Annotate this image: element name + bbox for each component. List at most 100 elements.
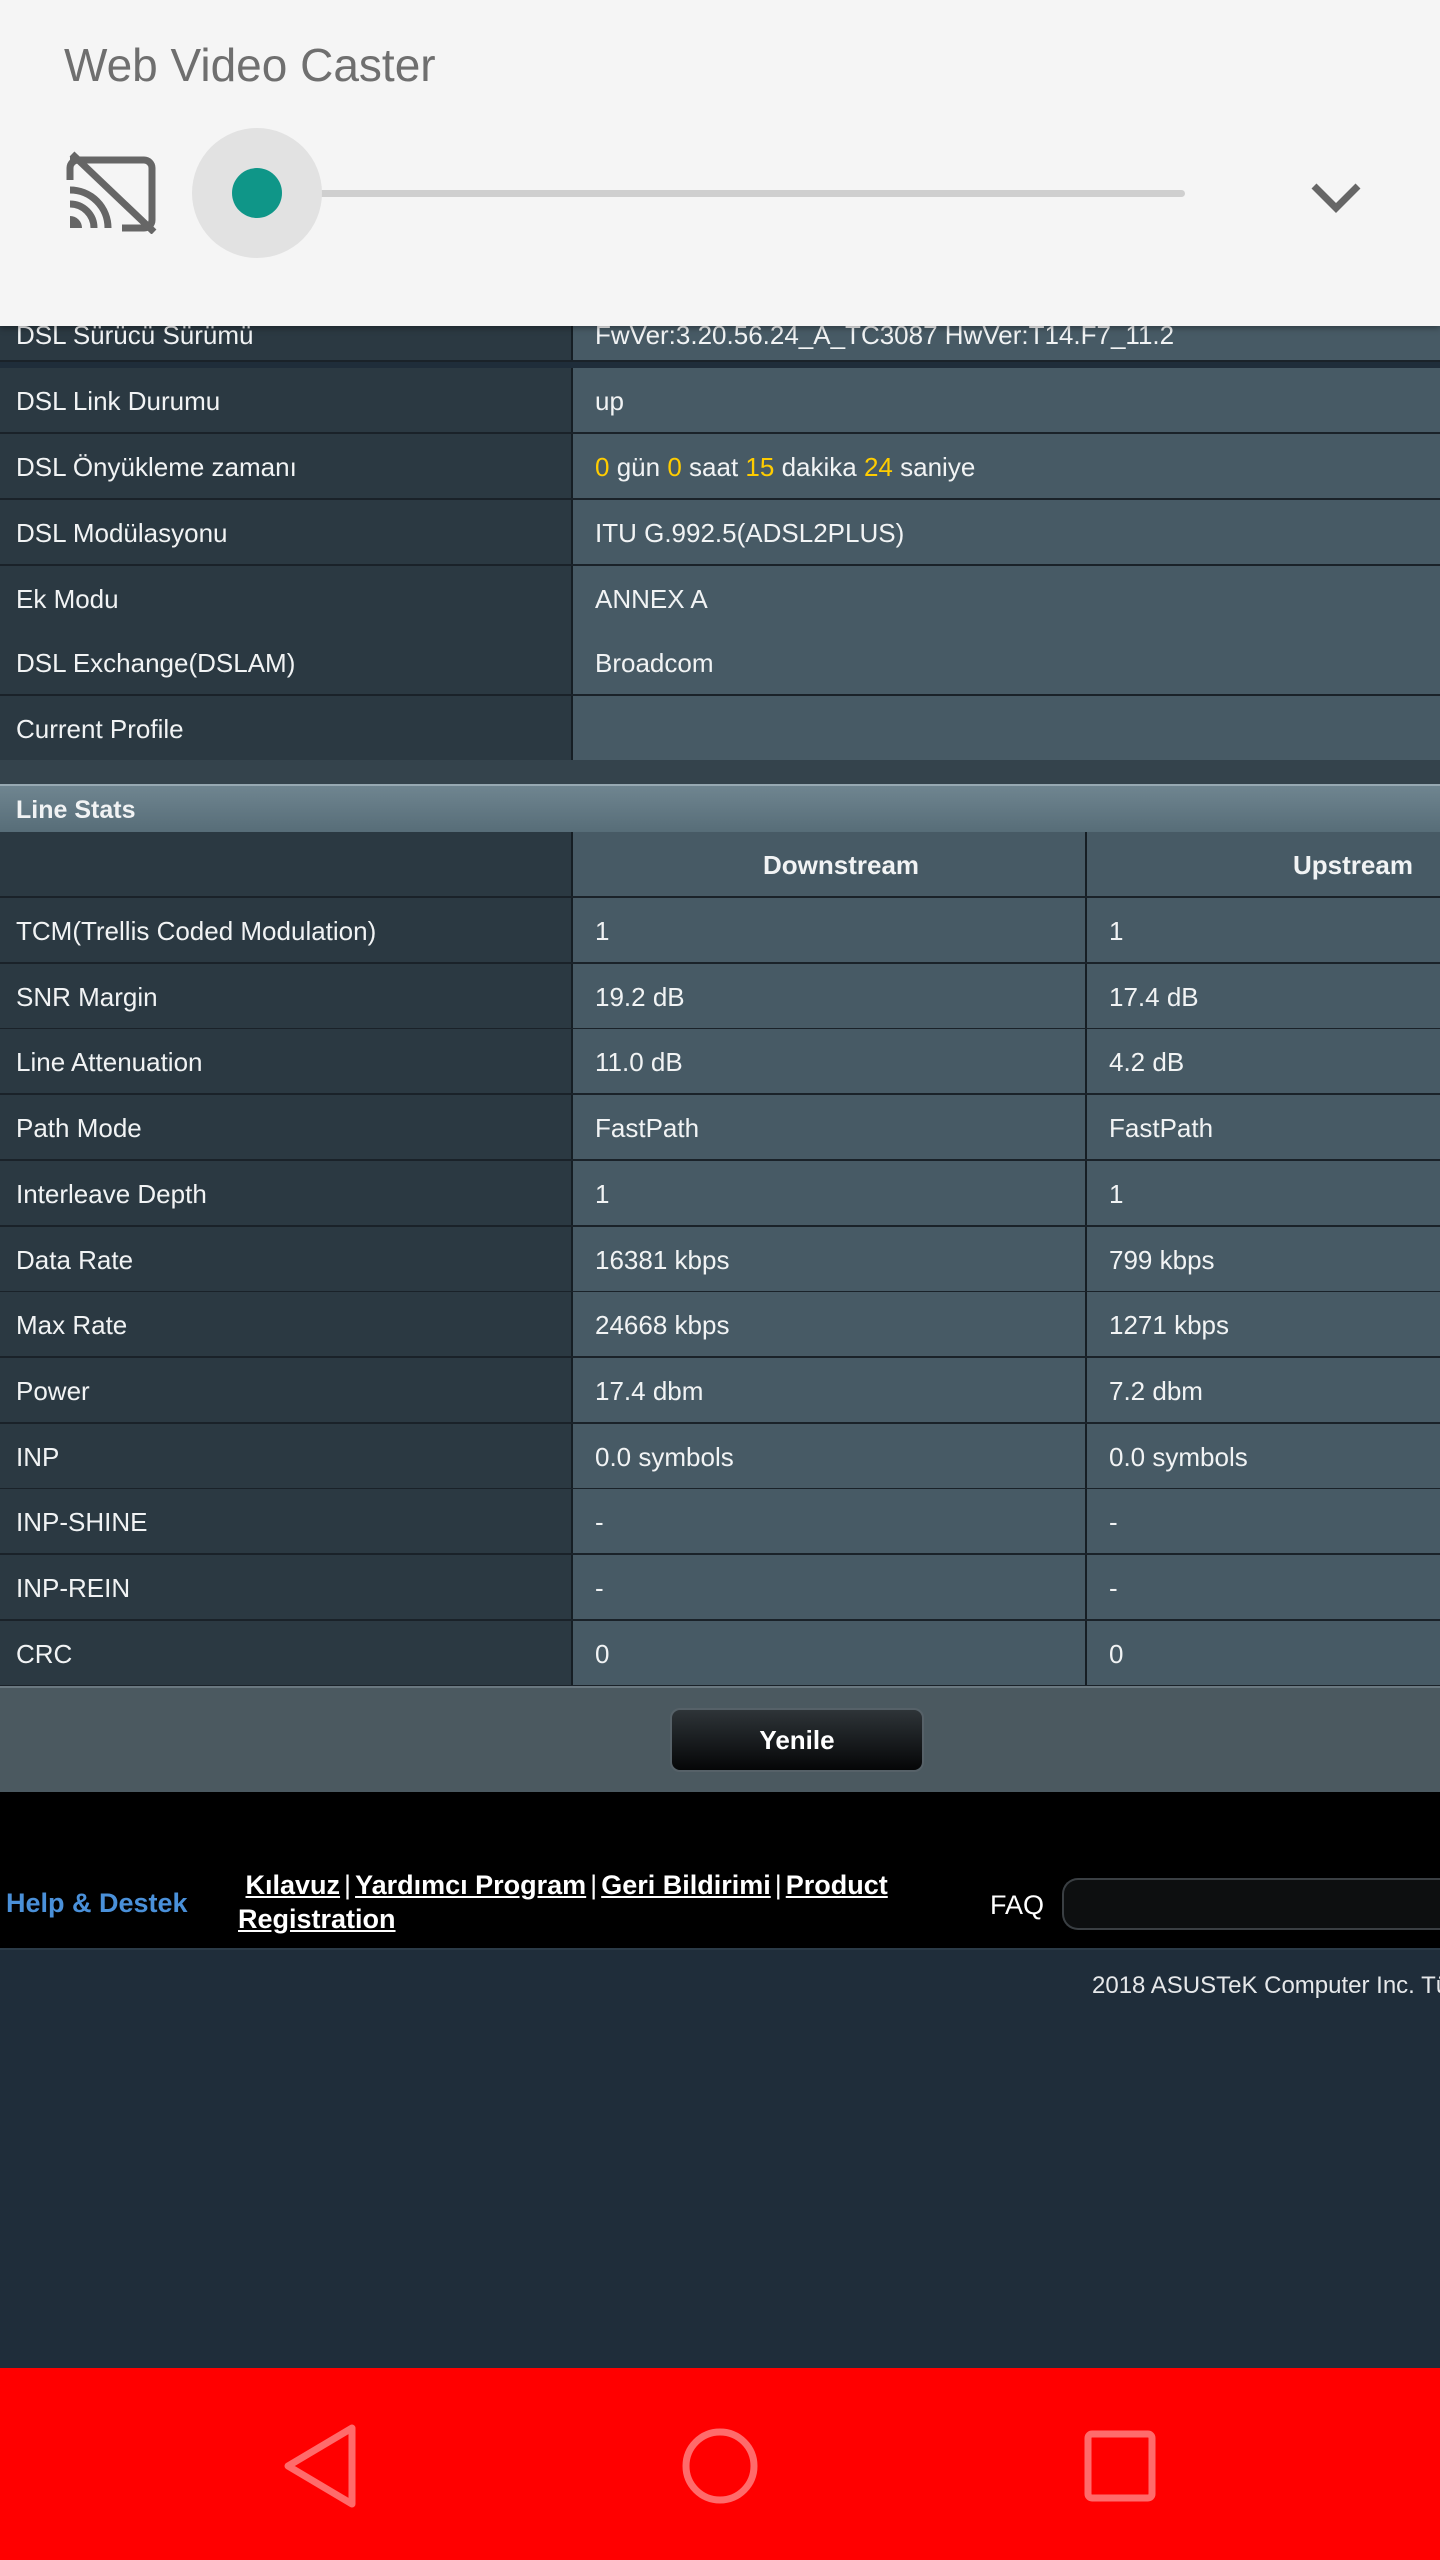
info-row-dslam: DSL Exchange(DSLAM) Broadcom	[0, 630, 1440, 696]
info-label: Ek Modu	[16, 584, 119, 614]
line-stats-row: Power 17.4 dbm 7.2 dbm	[0, 1358, 1440, 1424]
line-stats-row: SNR Margin 19.2 dB 17.4 dB	[0, 964, 1440, 1030]
link-utility[interactable]: Yardımcı Program	[355, 1870, 586, 1900]
stat-upstream-value: 0.0 symbols	[1109, 1442, 1248, 1472]
info-row-annex-mode: Ek Modu ANNEX A	[0, 566, 1440, 632]
link-manual[interactable]: Kılavuz	[246, 1870, 341, 1900]
stat-upstream-value: -	[1109, 1507, 1118, 1537]
uptime-seconds-label: saniye	[900, 452, 976, 482]
stat-label: Path Mode	[16, 1113, 142, 1143]
button-area: Yenile	[0, 1686, 1440, 1794]
stat-label: TCM(Trellis Coded Modulation)	[16, 916, 377, 946]
stat-label: INP	[16, 1442, 60, 1472]
chevron-down-icon[interactable]	[1306, 176, 1366, 216]
line-stats-row: Path Mode FastPath FastPath	[0, 1095, 1440, 1161]
info-value: up	[595, 386, 624, 416]
uptime-hours: 0	[667, 452, 682, 482]
uptime-seconds: 24	[863, 452, 893, 482]
stat-upstream-value: 799 kbps	[1109, 1245, 1215, 1275]
stat-downstream-value: -	[595, 1573, 604, 1603]
help-support-title: Help & Destek	[6, 1888, 188, 1918]
line-stats-row: Line Attenuation 11.0 dB 4.2 dB	[0, 1029, 1440, 1095]
line-stats-row: Data Rate 16381 kbps 799 kbps	[0, 1227, 1440, 1293]
refresh-button[interactable]: Yenile	[670, 1708, 924, 1772]
stat-upstream-value: 4.2 dB	[1109, 1047, 1185, 1077]
uptime-minutes: 15	[745, 452, 775, 482]
section-title: Line Stats	[16, 796, 136, 824]
stat-upstream-value: 1271 kbps	[1109, 1310, 1229, 1340]
line-stats-column-headers: Downstream Upstream	[0, 832, 1440, 898]
line-stats-row: Interleave Depth 1 1	[0, 1161, 1440, 1227]
uptime-minutes-label: dakika	[781, 452, 857, 482]
info-label: DSL Exchange(DSLAM)	[16, 648, 296, 678]
home-icon[interactable]	[670, 2416, 770, 2516]
uptime-value: 0 gün 0 saat 15 dakika 24 saniye	[595, 452, 975, 483]
stat-upstream-value: 0	[1109, 1639, 1124, 1669]
stat-downstream-value: -	[595, 1507, 604, 1537]
link-separator: |	[344, 1870, 352, 1900]
stat-downstream-value: 19.2 dB	[595, 982, 685, 1012]
info-label: DSL Önyükleme zamanı	[16, 452, 297, 482]
uptime-days-label: gün	[616, 452, 661, 482]
uptime-hours-label: saat	[689, 452, 739, 482]
faq-search-input[interactable]	[1062, 1878, 1440, 1930]
info-label: DSL Modülasyonu	[16, 518, 228, 548]
line-stats-header: Line Stats	[0, 784, 1440, 836]
stat-label: Line Attenuation	[16, 1047, 203, 1077]
info-row-modulation: DSL Modülasyonu ITU G.992.5(ADSL2PLUS)	[0, 500, 1440, 566]
stat-label: INP-REIN	[16, 1573, 131, 1603]
stat-upstream-value: 7.2 dbm	[1109, 1376, 1203, 1406]
line-stats-row: CRC 0 0	[0, 1621, 1440, 1687]
footer-links: Kılavuz | Yardımcı Program | Geri Bildirimi |…	[238, 1868, 938, 1936]
stat-upstream-value: 1	[1109, 916, 1124, 946]
stat-downstream-value: 11.0 dB	[595, 1047, 683, 1077]
faq-label: FAQ	[990, 1890, 1045, 1920]
line-stats-row: TCM(Trellis Coded Modulation) 1 1	[0, 898, 1440, 964]
column-header-upstream: Upstream	[1293, 850, 1413, 880]
notification-app-title: Web Video Caster	[64, 39, 436, 91]
stat-downstream-value: 16381 kbps	[595, 1245, 730, 1275]
system-nav-bar	[0, 2368, 1440, 2560]
line-stats-row: INP-REIN - -	[0, 1555, 1440, 1621]
info-label: DSL Link Durumu	[16, 386, 221, 416]
info-row-link-status: DSL Link Durumu up	[0, 368, 1440, 434]
stat-downstream-value: 0.0 symbols	[595, 1442, 734, 1472]
line-stats-row: INP-SHINE - -	[0, 1489, 1440, 1555]
stat-label: Interleave Depth	[16, 1179, 207, 1209]
link-separator: |	[590, 1870, 598, 1900]
stat-label: Max Rate	[16, 1310, 128, 1340]
info-value: ANNEX A	[595, 584, 708, 614]
recents-icon[interactable]	[1070, 2416, 1170, 2516]
stat-downstream-value: 1	[595, 1179, 610, 1209]
link-separator: |	[774, 1870, 782, 1900]
back-icon[interactable]	[272, 2416, 372, 2516]
stat-label: Power	[16, 1376, 90, 1406]
info-row-uptime: DSL Önyükleme zamanı 0 gün 0 saat 15 dak…	[0, 434, 1440, 500]
stat-downstream-value: 0	[595, 1639, 610, 1669]
stat-upstream-value: 17.4 dB	[1109, 982, 1199, 1012]
link-feedback[interactable]: Geri Bildirimi	[601, 1870, 771, 1900]
stat-label: Data Rate	[16, 1245, 134, 1275]
info-row-current-profile: Current Profile	[0, 696, 1440, 762]
page-bottom	[0, 1948, 1440, 2370]
cast-off-icon[interactable]	[64, 150, 158, 234]
stat-upstream-value: FastPath	[1109, 1113, 1214, 1143]
info-label: Current Profile	[16, 714, 184, 744]
uptime-days: 0	[595, 452, 610, 482]
line-stats-row: INP 0.0 symbols 0.0 symbols	[0, 1424, 1440, 1490]
stat-upstream-value: -	[1109, 1573, 1118, 1603]
stat-downstream-value: 1	[595, 916, 610, 946]
section-spacer	[0, 760, 1440, 784]
info-value: ITU G.992.5(ADSL2PLUS)	[595, 518, 905, 548]
copyright-text: 2018 ASUSTeK Computer Inc. Tü	[1092, 1972, 1440, 1999]
stat-label: INP-SHINE	[16, 1507, 148, 1537]
media-notification: Web Video Caster	[0, 0, 1440, 326]
seek-slider-thumb[interactable]	[232, 168, 282, 218]
stat-downstream-value: FastPath	[595, 1113, 700, 1143]
stat-downstream-value: 17.4 dbm	[595, 1376, 704, 1406]
line-stats-row: Max Rate 24668 kbps 1271 kbps	[0, 1292, 1440, 1358]
stat-upstream-value: 1	[1109, 1179, 1124, 1209]
stat-downstream-value: 24668 kbps	[595, 1310, 730, 1340]
info-value: Broadcom	[595, 648, 714, 678]
seek-slider-track[interactable]	[255, 190, 1185, 197]
